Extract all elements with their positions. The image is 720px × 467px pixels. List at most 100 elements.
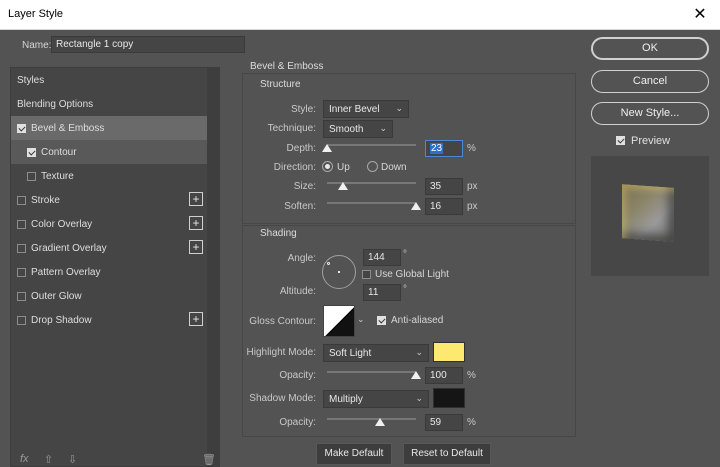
fx-icon[interactable]: fx (20, 453, 29, 465)
list-item-blending-options[interactable]: Blending Options (11, 92, 207, 116)
shadow-opacity-unit: % (467, 417, 476, 428)
highlight-opacity-slider-thumb[interactable] (411, 371, 421, 379)
layer-name-input[interactable]: Rectangle 1 copy (51, 36, 245, 53)
shadow-opacity-input[interactable]: 59 (425, 414, 463, 431)
shadow-mode-label: Shadow Mode: (249, 393, 316, 404)
list-item-texture[interactable]: Texture (11, 164, 207, 188)
list-item-outer-glow[interactable]: Outer Glow (11, 284, 207, 308)
chevron-down-icon: ⌄ (415, 347, 423, 357)
highlight-opacity-slider[interactable] (327, 371, 416, 373)
texture-checkbox[interactable] (27, 171, 36, 181)
shadow-mode-dropdown[interactable]: Multiply ⌄ (323, 390, 429, 408)
reset-to-default-button[interactable]: Reset to Default (403, 443, 491, 465)
styles-footer: fx ⇧ ⇩ 🗑 (10, 453, 220, 467)
shadow-color-swatch[interactable] (433, 388, 465, 408)
cancel-button[interactable]: Cancel (591, 70, 709, 93)
dial-center (338, 271, 340, 273)
technique-value: Smooth (329, 124, 364, 135)
depth-slider-thumb[interactable] (322, 144, 332, 152)
highlight-mode-value: Soft Light (329, 348, 372, 359)
soften-slider[interactable] (327, 202, 416, 204)
soften-unit: px (467, 201, 478, 212)
angle-input[interactable]: 144 (363, 249, 401, 266)
highlight-color-swatch[interactable] (433, 342, 465, 362)
size-label: Size: (293, 181, 316, 192)
highlight-opacity-input[interactable]: 100 (425, 367, 463, 384)
list-item-styles[interactable]: Styles (11, 68, 207, 92)
preview-label: Preview (631, 135, 671, 147)
list-item-contour[interactable]: Contour (11, 140, 207, 164)
styles-scrollbar[interactable] (207, 68, 220, 466)
global-light-checkbox[interactable] (362, 270, 371, 279)
drop-shadow-checkbox[interactable] (17, 315, 26, 325)
gradient-overlay-checkbox[interactable] (17, 243, 26, 253)
direction-up-radio[interactable] (322, 161, 333, 172)
depth-input[interactable]: 23 (425, 140, 463, 157)
list-item-stroke[interactable]: Stroke + (11, 188, 207, 212)
list-item-label: Styles (17, 74, 45, 86)
pattern-overlay-checkbox[interactable] (17, 267, 26, 277)
angle-label: Angle: (287, 253, 316, 264)
list-item-color-overlay[interactable]: Color Overlay + (11, 212, 207, 236)
direction-label: Direction: (273, 162, 316, 173)
anti-aliased-checkbox[interactable] (377, 316, 386, 325)
altitude-label: Altitude: (279, 286, 316, 297)
list-item-label: Pattern Overlay (31, 266, 101, 278)
list-item-gradient-overlay[interactable]: Gradient Overlay + (11, 236, 207, 260)
size-unit: px (467, 181, 478, 192)
section-title: Bevel & Emboss (250, 61, 324, 72)
direction-down-label: Down (381, 162, 407, 173)
make-default-button[interactable]: Make Default (316, 443, 392, 465)
altitude-input[interactable]: 11 (363, 284, 401, 301)
chevron-down-icon: ⌄ (415, 393, 423, 403)
shading-title: Shading (260, 228, 297, 239)
list-item-label: Bevel & Emboss (31, 122, 105, 134)
depth-label: Depth: (286, 143, 316, 154)
global-light-label: Use Global Light (375, 269, 449, 280)
preview-checkbox[interactable] (616, 136, 625, 145)
add-gradient-overlay-plus-icon[interactable]: + (189, 240, 203, 254)
soften-label: Soften: (284, 201, 316, 212)
highlight-mode-dropdown[interactable]: Soft Light ⌄ (323, 344, 429, 362)
contour-checkbox[interactable] (27, 147, 36, 157)
list-item-label: Contour (41, 146, 77, 158)
outer-glow-checkbox[interactable] (17, 291, 26, 301)
move-up-icon[interactable]: ⇧ (44, 453, 53, 466)
list-item-drop-shadow[interactable]: Drop Shadow + (11, 308, 207, 332)
direction-down-radio[interactable] (367, 161, 378, 172)
technique-dropdown[interactable]: Smooth ⌄ (323, 120, 393, 138)
styles-list: Styles Blending Options Bevel & Emboss C… (10, 67, 220, 467)
list-item-bevel-emboss[interactable]: Bevel & Emboss (11, 116, 207, 140)
style-preview (591, 156, 709, 276)
depth-slider[interactable] (327, 144, 416, 146)
altitude-unit: ° (403, 284, 407, 295)
shadow-opacity-slider[interactable] (327, 418, 416, 420)
ok-button[interactable]: OK (591, 37, 709, 60)
move-down-icon[interactable]: ⇩ (68, 453, 77, 466)
add-color-overlay-plus-icon[interactable]: + (189, 216, 203, 230)
shadow-mode-value: Multiply (329, 394, 363, 405)
style-dropdown[interactable]: Inner Bevel ⌄ (323, 100, 409, 118)
soften-input[interactable]: 16 (425, 198, 463, 215)
list-item-pattern-overlay[interactable]: Pattern Overlay (11, 260, 207, 284)
style-value: Inner Bevel (329, 104, 380, 115)
gloss-contour-swatch[interactable] (323, 305, 355, 337)
new-style-button[interactable]: New Style... (591, 102, 709, 125)
highlight-opacity-label: Opacity: (279, 370, 316, 381)
technique-label: Technique: (267, 123, 316, 134)
name-label: Name: (22, 40, 52, 51)
title-bar: Layer Style ✕ (0, 0, 720, 30)
angle-dial[interactable] (322, 255, 356, 289)
close-icon[interactable]: ✕ (690, 5, 710, 25)
add-stroke-plus-icon[interactable]: + (189, 192, 203, 206)
add-drop-shadow-plus-icon[interactable]: + (189, 312, 203, 326)
color-overlay-checkbox[interactable] (17, 219, 26, 229)
bevel-emboss-checkbox[interactable] (17, 123, 26, 133)
soften-slider-thumb[interactable] (411, 202, 421, 210)
shadow-opacity-slider-thumb[interactable] (374, 418, 385, 426)
gloss-chevron-down-icon[interactable]: ⌄ (357, 314, 365, 325)
stroke-checkbox[interactable] (17, 195, 26, 205)
trash-icon[interactable]: 🗑 (202, 453, 216, 466)
size-input[interactable]: 35 (425, 178, 463, 195)
size-slider-thumb[interactable] (338, 182, 349, 190)
